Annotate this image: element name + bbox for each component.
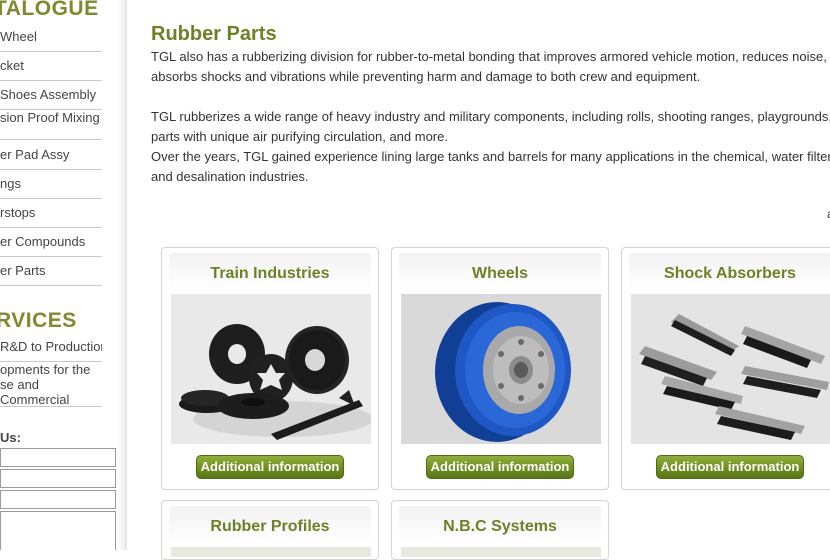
sidebar-item-shoes-assembly[interactable]: Shoes Assembly <box>0 87 102 110</box>
contact-label: Us: <box>0 430 21 445</box>
card-shock-absorbers: Shock Absorbers Additional information <box>621 247 830 490</box>
sidebar-item-rd-to-production[interactable]: R&D to Production <box>0 339 102 362</box>
sidebar-item-rubber-compounds[interactable]: er Compounds <box>0 234 102 257</box>
card-nbc-systems: N.B.C Systems <box>391 500 609 560</box>
card-rubber-profiles: Rubber Profiles <box>161 500 379 560</box>
card-title[interactable]: N.B.C Systems <box>399 518 601 536</box>
card-wheels: Wheels Additional information <box>391 247 609 490</box>
card-train-industries: Train Industries Additional information <box>161 247 379 490</box>
contact-email-field[interactable] <box>0 469 116 488</box>
sidebar-item-wheel[interactable]: Wheel <box>0 29 102 52</box>
additional-information-button[interactable]: Additional information <box>656 455 804 479</box>
sidebar-item-rubber-pad-assy[interactable]: er Pad Assy <box>0 147 102 170</box>
sidebar-item-bucket[interactable]: cket <box>0 58 102 81</box>
intro-line-1: TGL also has a rubberizing division for … <box>151 49 827 64</box>
intro-line-5: Over the years, TGL gained experience li… <box>151 149 830 164</box>
sidebar-item-rubberstops[interactable]: rstops <box>0 205 102 228</box>
card-header: N.B.C Systems <box>399 506 601 544</box>
page-title: Rubber Parts <box>151 23 277 45</box>
card-header: Rubber Profiles <box>169 506 371 544</box>
blue-polyurethane-wheel-photo[interactable] <box>401 294 601 444</box>
contact-name-field[interactable] <box>0 448 116 467</box>
card-title[interactable]: Rubber Profiles <box>169 518 371 536</box>
sidebar-item-bearings[interactable]: ngs <box>0 176 102 199</box>
card-image[interactable] <box>171 547 371 557</box>
card-title[interactable]: Shock Absorbers <box>629 265 830 283</box>
sidebar-item-rubber-parts[interactable]: er Parts <box>0 263 102 286</box>
additional-information-button[interactable]: Additional information <box>196 455 344 479</box>
card-title[interactable]: Wheels <box>399 265 601 283</box>
intro-line-6: and desalination industries. <box>151 169 309 184</box>
card-header: Train Industries <box>169 253 371 291</box>
card-title[interactable]: Train Industries <box>169 265 371 283</box>
sidebar: TALOGUE Wheel cket Shoes Assembly sion P… <box>0 0 127 550</box>
black-rubber-wheels-photo[interactable] <box>171 294 371 444</box>
additional-information-button[interactable]: Additional information <box>426 455 574 479</box>
catalogue-heading: TALOGUE <box>0 0 99 20</box>
card-header: Shock Absorbers <box>629 253 830 291</box>
rubber-metal-mounts-photo[interactable] <box>631 294 830 444</box>
intro-line-2: absorbs shocks and vibrations while prev… <box>151 69 701 84</box>
contact-phone-field[interactable] <box>0 490 116 509</box>
sidebar-item-developments[interactable]: opments for the se and Commercial tries <box>0 362 102 407</box>
card-image[interactable] <box>401 547 601 557</box>
sidebar-item-explosion-proof-mixing[interactable]: sion Proof Mixing <box>0 110 102 140</box>
services-heading: RVICES <box>0 309 77 332</box>
card-header: Wheels <box>399 253 601 291</box>
contact-message-field[interactable] <box>0 511 116 550</box>
intro-line-4: parts with unique air purifying circulat… <box>151 129 448 144</box>
intro-line-3: TGL rubberizes a wide range of heavy ind… <box>151 109 830 124</box>
